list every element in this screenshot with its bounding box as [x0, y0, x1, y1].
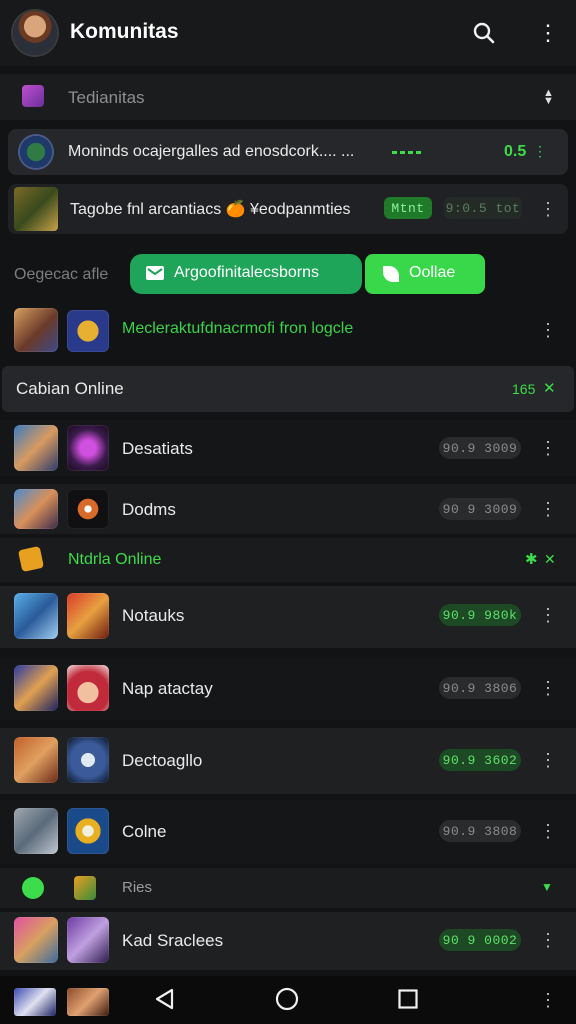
section-1-count: 165	[512, 381, 536, 397]
member-more-icon[interactable]: ⋮	[538, 930, 558, 950]
mail-icon	[146, 266, 164, 280]
secondary-action-button[interactable]: Oollae	[365, 254, 485, 294]
member-row[interactable]: Dodms 90 9 3009 ⋮	[0, 484, 576, 534]
square-recent-icon[interactable]	[398, 989, 418, 1009]
actions-label: Oegecac afle	[14, 266, 109, 283]
member-row[interactable]: Kad Sraclees 90 9 0002 ⋮	[0, 912, 576, 970]
secondary-action-label: Oollae	[409, 264, 456, 281]
highlight-avatar-2	[67, 310, 109, 352]
info-card-2-value: 9:0.5 tot	[444, 197, 522, 219]
section-2-title: Ntdrla Online	[68, 551, 162, 568]
filter-app-icon	[22, 85, 44, 107]
nav-more-icon[interactable]: ⋮	[538, 990, 558, 1010]
member-badge: 90.9 3009	[439, 437, 521, 459]
member-more-icon[interactable]: ⋮	[538, 678, 558, 698]
member-game-icon	[67, 737, 109, 783]
member-name: Desatiats	[122, 439, 193, 458]
section-3-icon-2	[74, 876, 96, 900]
leaf-icon	[383, 266, 399, 282]
member-avatar	[14, 425, 58, 471]
section-2-pin-icon[interactable]: ✱	[525, 550, 538, 568]
member-avatar	[14, 917, 58, 963]
section-2-icon	[17, 545, 45, 573]
member-avatar	[14, 808, 58, 854]
member-badge: 90.9 3602	[439, 749, 521, 771]
filter-label: Tedianitas	[68, 88, 145, 107]
info-card-2-thumb	[14, 187, 58, 231]
chevron-down-icon[interactable]: ▼	[541, 880, 553, 894]
member-game-icon	[67, 665, 109, 711]
member-avatar	[14, 665, 58, 711]
section-2-close-icon[interactable]: ✕	[544, 551, 556, 568]
member-game-icon	[67, 808, 109, 854]
info-card-1-icon	[20, 136, 52, 168]
member-row[interactable]: Colne 90.9 3808 ⋮	[0, 800, 576, 864]
member-row[interactable]: Dectoagllo 90.9 3602 ⋮	[0, 728, 576, 794]
member-game-icon	[67, 425, 109, 471]
member-row[interactable]: Nap atactay 90.9 3806 ⋮	[0, 658, 576, 720]
info-card-2-badge: Mtnt	[384, 197, 432, 219]
section-header-2[interactable]: Ntdrla Online ✱ ✕	[0, 538, 576, 582]
member-game-icon	[67, 593, 109, 639]
info-card-1-more-icon[interactable]: ⋮	[530, 141, 550, 161]
primary-action-label: Argoofinitalecsborns	[174, 264, 319, 281]
profile-avatar[interactable]	[13, 11, 57, 55]
member-name: Colne	[122, 822, 167, 841]
member-game-icon	[67, 917, 109, 963]
member-name: Dectoagllo	[122, 751, 203, 770]
search-icon[interactable]	[472, 21, 496, 45]
primary-action-button[interactable]: Argoofinitalecsborns	[130, 254, 362, 294]
section-1-close-icon[interactable]: ✕	[543, 379, 556, 397]
section-3-title: Ries	[122, 879, 153, 896]
system-nav-bar: ⋮	[0, 976, 576, 1024]
highlight-avatar-1	[14, 308, 58, 352]
more-vert-icon[interactable]: ⋮	[537, 20, 559, 45]
member-name: Dodms	[122, 500, 176, 519]
section-header-3[interactable]: Ries ▼	[0, 868, 576, 908]
info-card-1[interactable]: Moninds ocajergalles ad enosdcork.... ..…	[8, 129, 568, 175]
section-header-1[interactable]: Cabian Online 165 ✕	[2, 366, 574, 412]
sort-icon[interactable]: ▲ ▼	[543, 88, 554, 107]
member-name: Kad Sraclees	[122, 931, 224, 950]
section-3-icon-1	[22, 877, 44, 899]
triangle-back-icon[interactable]	[153, 987, 177, 1011]
info-card-2-text: Tagobe fnl arcantiacs 🍊 ¥eodpanmties	[70, 201, 351, 218]
member-row[interactable]: Notauks 90.9 980k ⋮	[0, 586, 576, 648]
info-card-1-progress	[392, 151, 422, 154]
member-avatar	[14, 489, 58, 529]
member-badge: 90 9 0002	[439, 929, 521, 951]
info-card-1-value: 0.5	[504, 143, 527, 160]
highlight-row[interactable]: Mecleraktufdnacrmofi fron logcle ⋮	[0, 305, 576, 355]
member-avatar	[14, 593, 58, 639]
section-1-title: Cabian Online	[16, 379, 124, 398]
app-header: Komunitas ⋮	[0, 0, 576, 66]
member-badge: 90.9 3806	[439, 677, 521, 699]
highlight-more-icon[interactable]: ⋮	[538, 320, 558, 340]
member-avatar	[14, 737, 58, 783]
member-badge: 90 9 3009	[439, 498, 521, 520]
filter-row[interactable]: Tedianitas ▲ ▼	[0, 74, 576, 120]
member-row[interactable]: Desatiats 90.9 3009 ⋮	[0, 420, 576, 476]
member-more-icon[interactable]: ⋮	[538, 605, 558, 625]
member-more-icon[interactable]: ⋮	[538, 438, 558, 458]
info-card-1-text: Moninds ocajergalles ad enosdcork.... ..…	[68, 143, 355, 160]
circle-home-icon[interactable]	[275, 987, 299, 1011]
nav-thumb-2	[67, 988, 109, 1016]
highlight-text: Mecleraktufdnacrmofi fron logcle	[122, 320, 354, 337]
info-card-2[interactable]: Tagobe fnl arcantiacs 🍊 ¥eodpanmties Mtn…	[8, 184, 568, 234]
member-name: Notauks	[122, 606, 185, 625]
member-name: Nap atactay	[122, 679, 213, 698]
member-more-icon[interactable]: ⋮	[538, 499, 558, 519]
member-game-icon	[67, 489, 109, 529]
member-more-icon[interactable]: ⋮	[538, 750, 558, 770]
info-card-2-more-icon[interactable]: ⋮	[538, 199, 558, 219]
page-title: Komunitas	[70, 20, 179, 43]
member-badge: 90.9 980k	[439, 604, 521, 626]
member-badge: 90.9 3808	[439, 820, 521, 842]
member-more-icon[interactable]: ⋮	[538, 821, 558, 841]
nav-thumb-1	[14, 988, 56, 1016]
